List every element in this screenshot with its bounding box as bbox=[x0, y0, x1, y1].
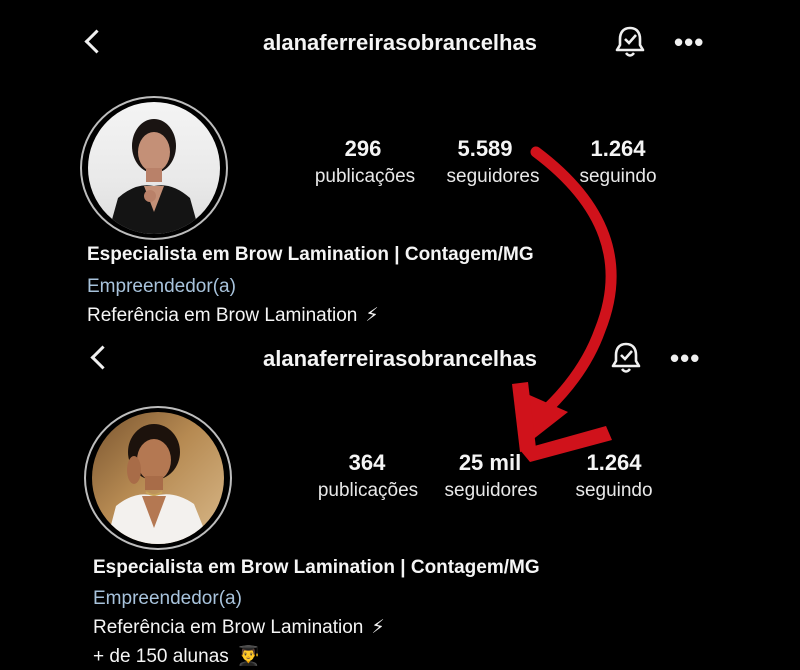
curved-arrow-icon bbox=[512, 146, 617, 462]
